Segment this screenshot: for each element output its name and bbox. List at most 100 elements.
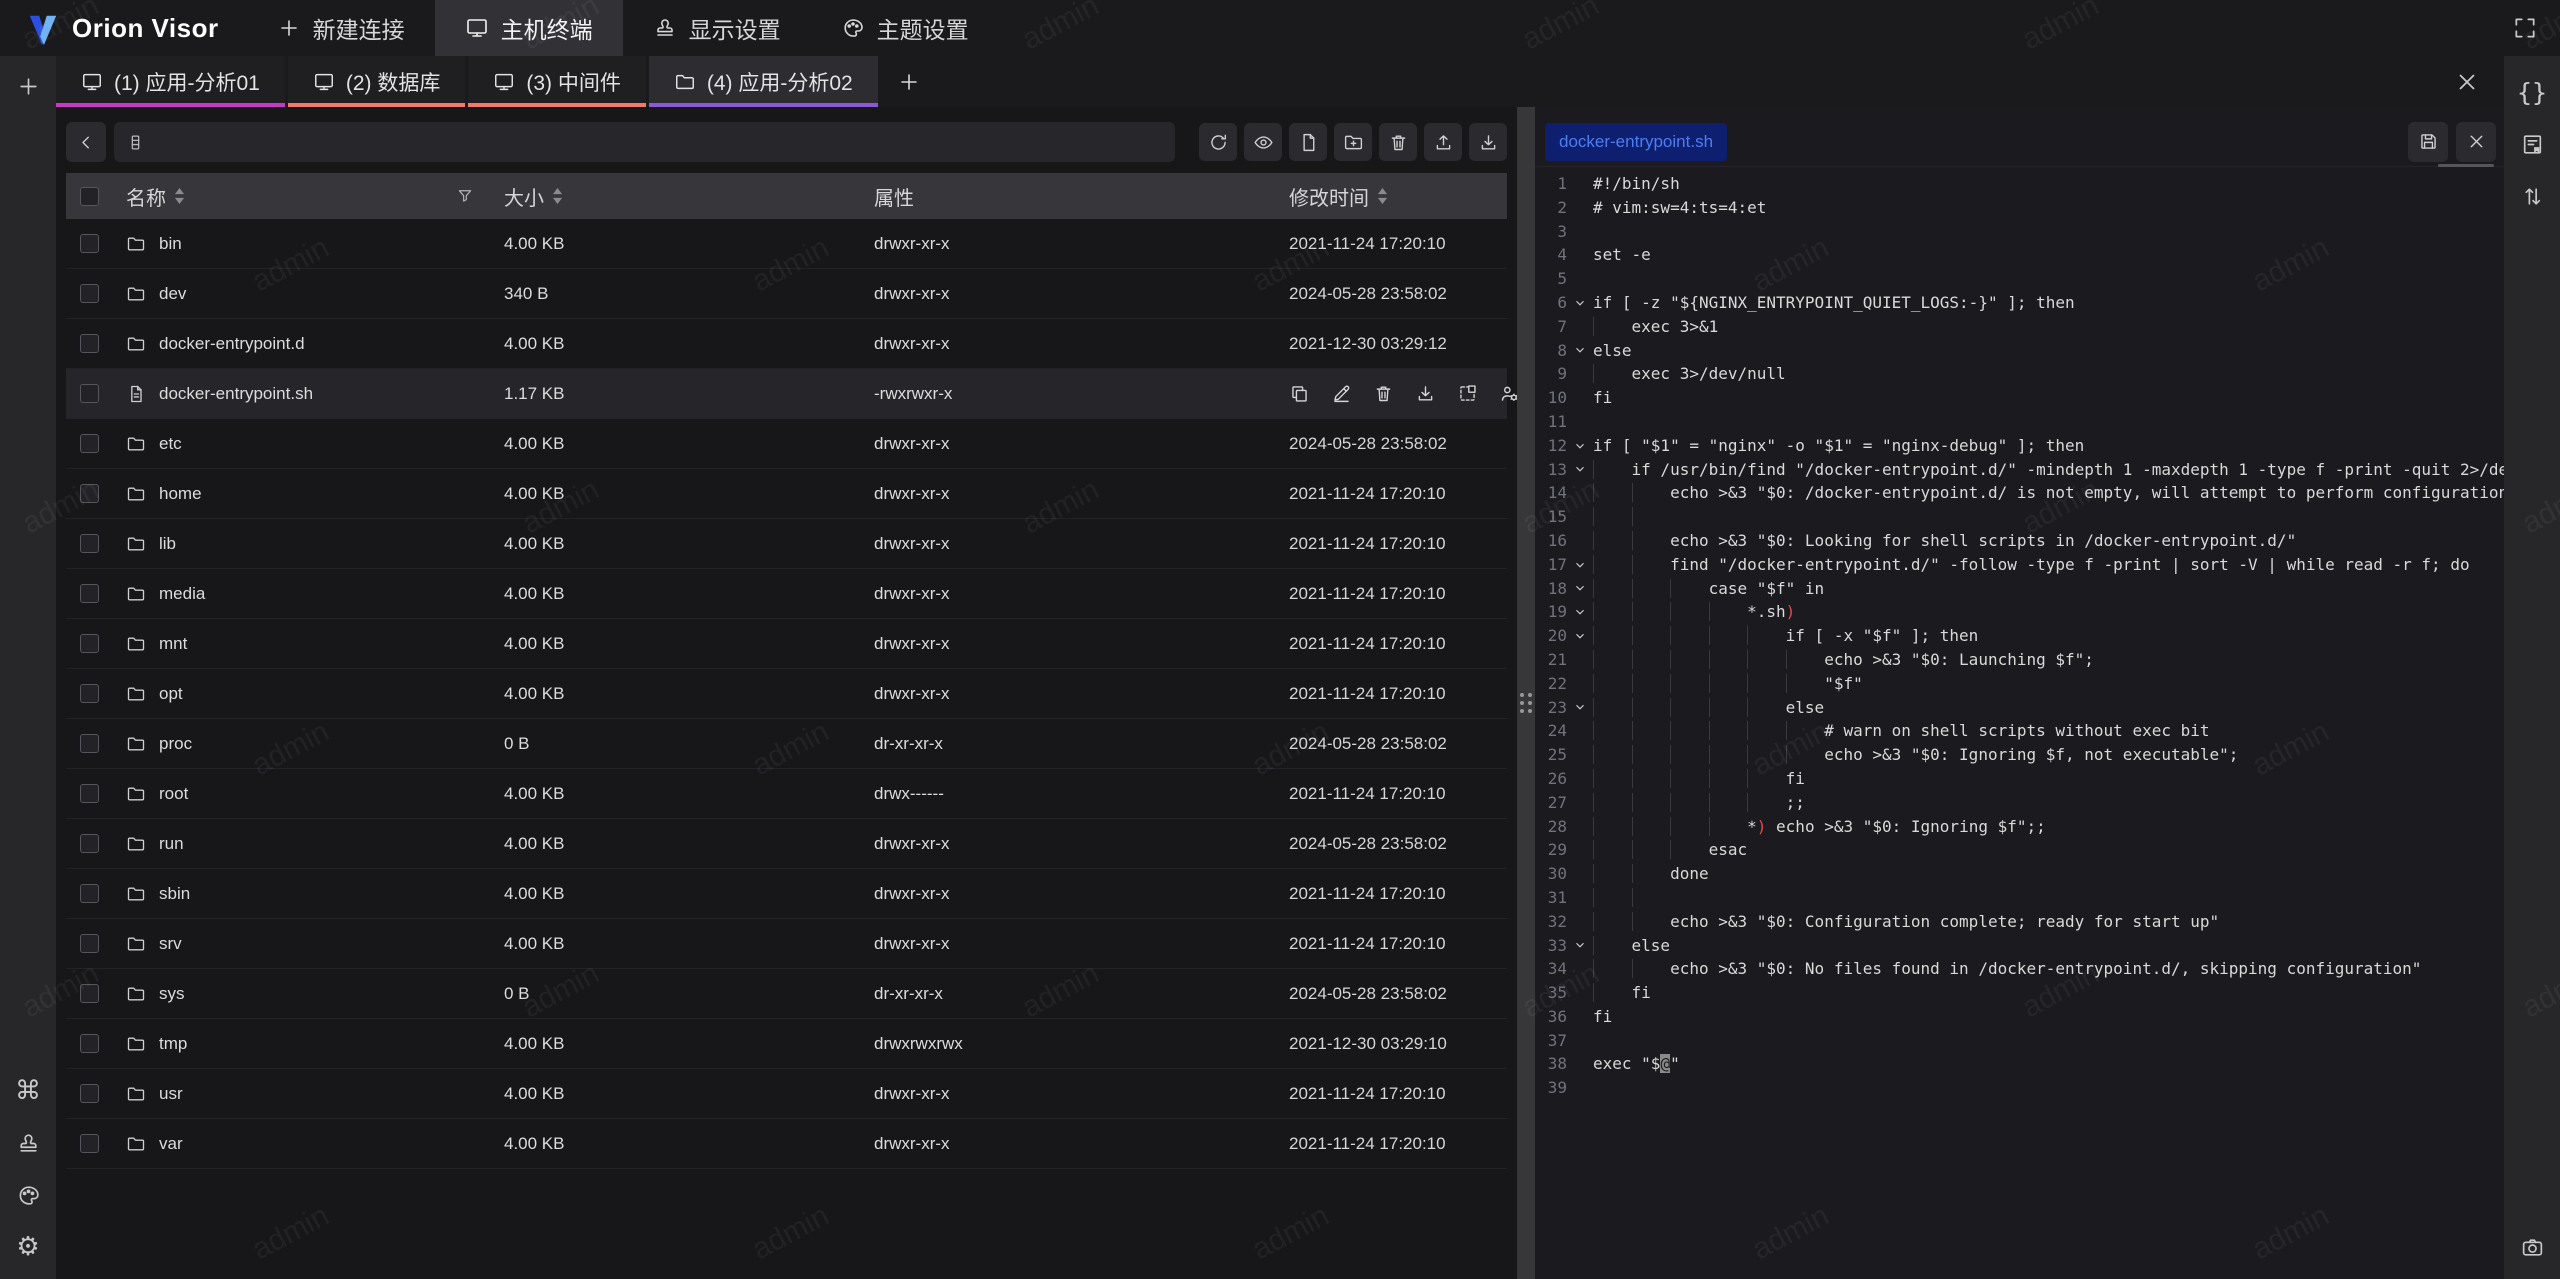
fold-chevron-icon[interactable]: [1567, 577, 1593, 601]
trash-button[interactable]: [1379, 123, 1417, 161]
upload-icon: [1433, 132, 1454, 153]
move-icon[interactable]: [1457, 383, 1478, 404]
row-checkbox[interactable]: [80, 284, 99, 303]
new-tab-button[interactable]: [881, 56, 937, 107]
row-checkbox[interactable]: [80, 834, 99, 853]
table-row-var[interactable]: var 4.00 KB drwxr-xr-x 2021-11-24 17:20:…: [66, 1119, 1507, 1169]
file-bookmark-icon[interactable]: [2512, 124, 2552, 164]
back-button[interactable]: [66, 122, 106, 162]
braces-icon[interactable]: {}: [2512, 72, 2552, 112]
column-header-name[interactable]: 名称: [126, 182, 166, 211]
fold-chevron-icon[interactable]: [1567, 458, 1593, 482]
fold-chevron-icon[interactable]: [1567, 696, 1593, 720]
copy-icon[interactable]: [1289, 383, 1310, 404]
fold-chevron-icon[interactable]: [1567, 434, 1593, 458]
row-checkbox[interactable]: [80, 384, 99, 403]
row-checkbox[interactable]: [80, 934, 99, 953]
trash-icon[interactable]: [1373, 383, 1394, 404]
edit-icon[interactable]: [1331, 383, 1352, 404]
row-checkbox[interactable]: [80, 1084, 99, 1103]
table-row-docker-entrypoint.d[interactable]: docker-entrypoint.d 4.00 KB drwxr-xr-x 2…: [66, 319, 1507, 369]
row-checkbox[interactable]: [80, 484, 99, 503]
editor-close-button[interactable]: [2456, 122, 2496, 162]
nav-item-0[interactable]: 新建连接: [247, 0, 435, 56]
fold-chevron-icon[interactable]: [1567, 553, 1593, 577]
table-row-docker-entrypoint.sh[interactable]: docker-entrypoint.sh 1.17 KB -rwxrwxr-x: [66, 369, 1507, 419]
table-row-srv[interactable]: srv 4.00 KB drwxr-xr-x 2021-11-24 17:20:…: [66, 919, 1507, 969]
sort-carets-size[interactable]: [552, 188, 563, 204]
row-checkbox[interactable]: [80, 784, 99, 803]
sort-carets-mtime[interactable]: [1377, 188, 1388, 204]
row-checkbox[interactable]: [80, 884, 99, 903]
row-checkbox[interactable]: [80, 984, 99, 1003]
fold-chevron-icon[interactable]: [1567, 291, 1593, 315]
nav-item-1[interactable]: 主机终端: [435, 0, 623, 56]
command-icon[interactable]: ⌘: [8, 1071, 48, 1111]
session-tab-0[interactable]: (1) 应用-分析01: [56, 56, 285, 107]
table-row-media[interactable]: media 4.00 KB drwxr-xr-x 2021-11-24 17:2…: [66, 569, 1507, 619]
new-file-button[interactable]: [1289, 123, 1327, 161]
nav-item-2[interactable]: 显示设置: [623, 0, 811, 56]
table-row-bin[interactable]: bin 4.00 KB drwxr-xr-x 2021-11-24 17:20:…: [66, 219, 1507, 269]
table-row-dev[interactable]: dev 340 B drwxr-xr-x 2024-05-28 23:58:02: [66, 269, 1507, 319]
table-row-mnt[interactable]: mnt 4.00 KB drwxr-xr-x 2021-11-24 17:20:…: [66, 619, 1507, 669]
code-area[interactable]: 1#!/bin/sh 2# vim:sw=4:ts=4:et 3 4set -e…: [1535, 167, 2504, 1279]
table-row-home[interactable]: home 4.00 KB drwxr-xr-x 2021-11-24 17:20…: [66, 469, 1507, 519]
session-tab-3[interactable]: (4) 应用-分析02: [649, 56, 878, 107]
swap-vertical-icon[interactable]: [2512, 176, 2552, 216]
row-checkbox[interactable]: [80, 534, 99, 553]
column-header-size[interactable]: 大小: [504, 182, 544, 211]
select-all-checkbox[interactable]: [80, 187, 99, 206]
row-checkbox[interactable]: [80, 434, 99, 453]
table-row-etc[interactable]: etc 4.00 KB drwxr-xr-x 2024-05-28 23:58:…: [66, 419, 1507, 469]
refresh-button[interactable]: [1199, 123, 1237, 161]
table-row-tmp[interactable]: tmp 4.00 KB drwxrwxrwx 2021-12-30 03:29:…: [66, 1019, 1507, 1069]
row-checkbox[interactable]: [80, 584, 99, 603]
fold-chevron-icon[interactable]: [1567, 600, 1593, 624]
table-row-proc[interactable]: proc 0 B dr-xr-xr-x 2024-05-28 23:58:02: [66, 719, 1507, 769]
row-checkbox[interactable]: [80, 1034, 99, 1053]
row-checkbox[interactable]: [80, 234, 99, 253]
row-checkbox[interactable]: [80, 684, 99, 703]
filter-funnel-icon[interactable]: [456, 187, 474, 205]
close-all-tabs-button[interactable]: [2448, 63, 2486, 101]
table-row-opt[interactable]: opt 4.00 KB drwxr-xr-x 2021-11-24 17:20:…: [66, 669, 1507, 719]
sidebar-plus-button[interactable]: [8, 66, 48, 106]
table-row-sys[interactable]: sys 0 B dr-xr-xr-x 2024-05-28 23:58:02: [66, 969, 1507, 1019]
stamp-icon[interactable]: [8, 1123, 48, 1163]
session-tab-2[interactable]: (3) 中间件: [468, 56, 646, 107]
nav-item-3[interactable]: 主题设置: [811, 0, 999, 56]
row-mtime: 2021-11-24 17:20:10: [1289, 534, 1507, 554]
table-row-usr[interactable]: usr 4.00 KB drwxr-xr-x 2021-11-24 17:20:…: [66, 1069, 1507, 1119]
download-button[interactable]: [1469, 123, 1507, 161]
editor-hscrollbar-thumb[interactable]: [2438, 164, 2494, 167]
table-row-root[interactable]: root 4.00 KB drwx------ 2021-11-24 17:20…: [66, 769, 1507, 819]
path-input[interactable]: [155, 131, 1163, 153]
sort-carets-name[interactable]: [174, 188, 185, 204]
fold-chevron-icon[interactable]: [1567, 624, 1593, 648]
table-row-run[interactable]: run 4.00 KB drwxr-xr-x 2024-05-28 23:58:…: [66, 819, 1507, 869]
row-checkbox[interactable]: [80, 634, 99, 653]
fold-chevron-icon[interactable]: [1567, 339, 1593, 363]
editor-file-tab[interactable]: docker-entrypoint.sh: [1545, 123, 1727, 161]
fullscreen-button[interactable]: [2506, 9, 2544, 47]
file-tree-icon[interactable]: [126, 133, 145, 152]
new-folder-button[interactable]: [1334, 123, 1372, 161]
palette-icon[interactable]: [8, 1175, 48, 1215]
row-checkbox[interactable]: [80, 734, 99, 753]
panel-resize-handle[interactable]: [1517, 107, 1535, 1279]
eye-button[interactable]: [1244, 123, 1282, 161]
code-line-32: 32 echo >&3 "$0: Configuration complete;…: [1535, 910, 2504, 934]
row-checkbox[interactable]: [80, 334, 99, 353]
session-tab-1[interactable]: (2) 数据库: [288, 56, 466, 107]
table-row-sbin[interactable]: sbin 4.00 KB drwxr-xr-x 2021-11-24 17:20…: [66, 869, 1507, 919]
upload-button[interactable]: [1424, 123, 1462, 161]
save-button[interactable]: [2408, 122, 2448, 162]
download-icon[interactable]: [1415, 383, 1436, 404]
gear-icon[interactable]: ⚙: [8, 1227, 48, 1267]
column-header-mtime[interactable]: 修改时间: [1289, 182, 1369, 211]
row-checkbox[interactable]: [80, 1134, 99, 1153]
fold-chevron-icon[interactable]: [1567, 934, 1593, 958]
camera-icon[interactable]: [2512, 1227, 2552, 1267]
table-row-lib[interactable]: lib 4.00 KB drwxr-xr-x 2021-11-24 17:20:…: [66, 519, 1507, 569]
